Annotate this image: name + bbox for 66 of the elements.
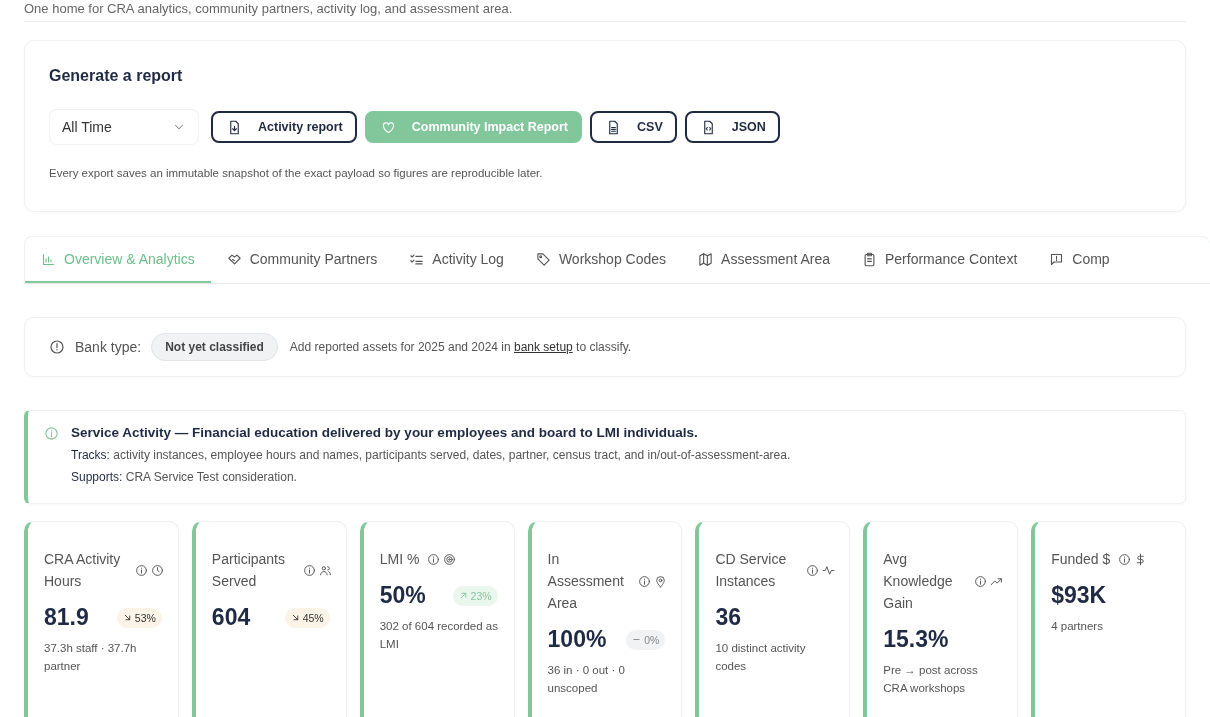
trend-badge: 23% bbox=[452, 585, 498, 606]
people-icon bbox=[318, 563, 332, 577]
metric-value: 15.3% bbox=[883, 626, 949, 653]
metric-title: Avg Knowledge Gain bbox=[883, 550, 954, 613]
status-badge: Not yet classified bbox=[151, 333, 278, 361]
spreadsheet-file-icon bbox=[606, 119, 621, 135]
tab[interactable]: Workshop Codes bbox=[519, 237, 683, 283]
tab[interactable]: Comp bbox=[1033, 237, 1126, 283]
tab[interactable]: Activity Log bbox=[393, 237, 520, 283]
metric-note: 37.3h staff · 37.7h partner bbox=[44, 641, 138, 674]
info-icon bbox=[806, 563, 820, 577]
alert-icon bbox=[49, 339, 65, 355]
bank-setup-link[interactable]: bank setup bbox=[514, 340, 573, 354]
info-text: Supports: CRA Service Test consideration. bbox=[71, 470, 298, 484]
metric-title: CRA Activity Hours bbox=[44, 550, 122, 591]
document-download-icon bbox=[227, 119, 242, 135]
metric-title: CD Service Instances bbox=[715, 550, 788, 591]
info-icon bbox=[134, 563, 148, 577]
page-subtitle: One home for CRA analytics, community partners, activity log, and assessment area. bbox=[24, 0, 514, 16]
clipboard-icon bbox=[862, 251, 877, 267]
info-title: Service Activity — Financial education delivered by your employees and board to LMI individuals. bbox=[71, 425, 699, 440]
metric-title: Participants Served bbox=[211, 550, 286, 591]
tab[interactable]: Assessment Area bbox=[682, 237, 846, 283]
info-icon bbox=[1118, 552, 1132, 566]
trend-badge: 45% bbox=[284, 607, 330, 628]
section-title: Generate a report bbox=[49, 67, 184, 85]
map-icon bbox=[698, 251, 714, 267]
pulse-icon bbox=[822, 563, 836, 577]
metric-note: 4 partners bbox=[1051, 619, 1104, 634]
trend-badge: 0% bbox=[626, 629, 666, 650]
bar-chart-icon bbox=[41, 251, 56, 267]
metric-note: 302 of 604 recorded as LMI bbox=[379, 619, 499, 652]
trend-badge: 53% bbox=[116, 607, 162, 628]
metric-value: 50% bbox=[379, 582, 426, 609]
info-icon bbox=[44, 426, 59, 441]
location-pin-icon bbox=[654, 574, 668, 588]
target-icon bbox=[443, 552, 457, 566]
metric-value: 36 bbox=[715, 604, 741, 631]
metric-value: 604 bbox=[211, 604, 251, 631]
info-icon bbox=[638, 574, 652, 588]
info-icon bbox=[427, 552, 441, 566]
metric-title: LMI % bbox=[379, 550, 420, 569]
bank-type-label: Bank type: bbox=[75, 339, 142, 355]
export-button[interactable]: Activity report bbox=[211, 111, 357, 143]
bank-type-message: Add reported assets for 2025 and 2024 in bank setup to classify. bbox=[289, 340, 632, 354]
tab[interactable]: Community Partners bbox=[210, 237, 394, 283]
period-select[interactable]: All Time bbox=[49, 109, 199, 145]
metric-value: $93K bbox=[1051, 582, 1107, 609]
message-icon bbox=[1049, 251, 1065, 267]
info-icon bbox=[302, 563, 316, 577]
clock-icon bbox=[150, 563, 164, 577]
metric-value: 81.9 bbox=[44, 604, 89, 631]
metric-title: In Assessment Area bbox=[547, 550, 625, 613]
export-button[interactable]: JSON bbox=[684, 111, 780, 143]
info-icon bbox=[974, 574, 988, 588]
metric-title: Funded $ bbox=[1051, 550, 1111, 569]
info-text: Tracks: activity instances, employee hours and names, participants served, dates, partner, census tract, and in/out-of-assessment-area. bbox=[71, 448, 791, 462]
metric-note: 36 in · 0 out · 0 unscoped bbox=[547, 663, 626, 696]
metric-value: 100% bbox=[547, 626, 607, 653]
metric-note: Pre → post across CRA workshops bbox=[883, 663, 979, 696]
helper-text: Every export saves an immutable snapshot of the exact payload so figures are reproducible later. bbox=[49, 167, 544, 179]
heart-icon bbox=[380, 119, 396, 135]
tab[interactable]: Performance Context bbox=[846, 237, 1034, 283]
metric-note: 10 distinct activity codes bbox=[715, 641, 807, 674]
export-button[interactable]: CSV bbox=[590, 111, 677, 143]
tag-icon bbox=[535, 251, 551, 267]
